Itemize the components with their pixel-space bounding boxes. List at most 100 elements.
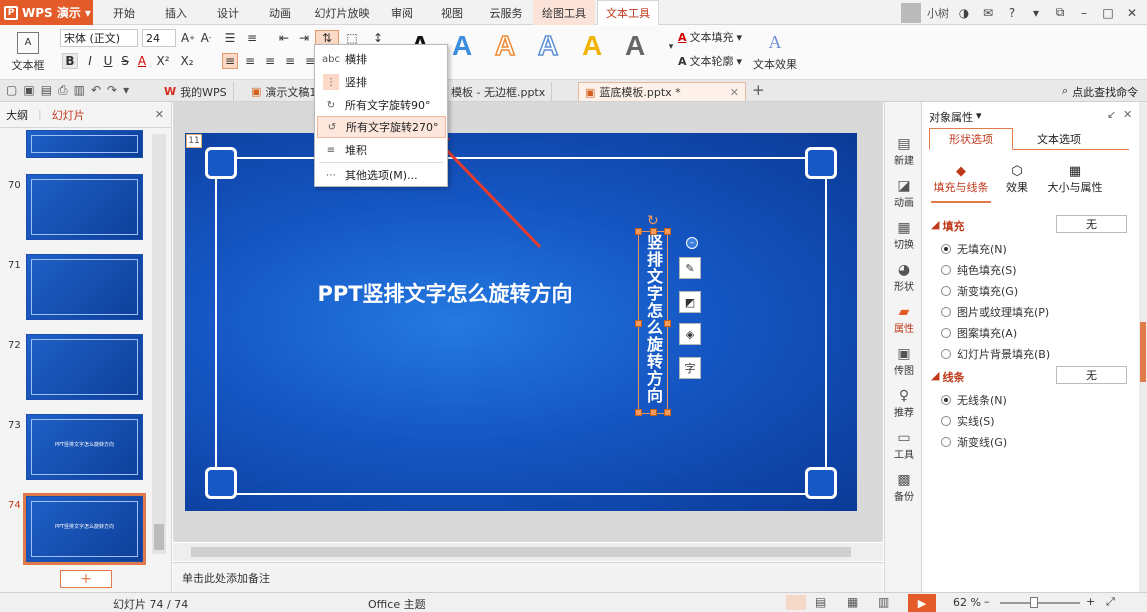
tab-text-tools[interactable]: 文本工具 bbox=[597, 0, 659, 25]
tab-review[interactable]: 审阅 bbox=[383, 0, 421, 25]
menu-item-vertical[interactable]: ⋮ 竖排 bbox=[317, 71, 446, 93]
redo-icon[interactable]: ↷ bbox=[107, 83, 117, 98]
subtab-fill-line[interactable]: ◆ 填充与线条 bbox=[931, 164, 991, 195]
grow-font-icon[interactable]: A + bbox=[180, 30, 196, 46]
gallery-more-icon[interactable]: ▾ bbox=[663, 39, 679, 55]
text-outline-button[interactable]: A 文本轮廓 ▾ bbox=[678, 53, 742, 69]
radio-gradient-fill[interactable]: 渐变填充(G) bbox=[941, 283, 1018, 299]
resize-handle[interactable] bbox=[635, 320, 642, 327]
notes-toggle-icon[interactable] bbox=[786, 595, 806, 610]
user-name[interactable]: 小树 bbox=[927, 5, 949, 21]
zoom-slider-thumb[interactable] bbox=[1030, 597, 1038, 608]
print-icon[interactable]: ⎙ bbox=[58, 83, 68, 98]
fit-window-icon[interactable]: ⤢ bbox=[1106, 595, 1115, 609]
menu-item-rotate-270[interactable]: ↺ 所有文字旋转270° bbox=[317, 116, 446, 138]
text-fill-button[interactable]: A 文本填充 ▾ bbox=[678, 29, 742, 45]
slide-title[interactable]: PPT竖排文字怎么旋转方向 bbox=[295, 278, 595, 308]
scrollbar-thumb[interactable] bbox=[191, 547, 851, 557]
textbox-button[interactable]: A 文本框 bbox=[8, 29, 48, 75]
scrollbar-thumb[interactable] bbox=[1140, 322, 1146, 382]
restore-icon[interactable]: ⧉ bbox=[1051, 4, 1069, 22]
text-style-preset-gray[interactable]: A bbox=[625, 30, 645, 62]
radio-background-fill[interactable]: 幻灯片背景填充(B) bbox=[941, 346, 1050, 362]
bullet-list-icon[interactable]: ☰ bbox=[222, 30, 238, 46]
vertical-text-box[interactable]: 竖排文字怎么旋转方向 bbox=[635, 228, 671, 416]
add-slide-button[interactable]: + bbox=[60, 570, 112, 588]
tab-outline[interactable]: 大纲 bbox=[6, 107, 28, 123]
underline-button[interactable]: U bbox=[100, 53, 116, 69]
notes-area[interactable]: 单击此处添加备注 bbox=[173, 562, 883, 592]
zoom-level[interactable]: 62 % bbox=[953, 596, 981, 609]
font-color-button[interactable]: A bbox=[134, 53, 150, 69]
menu-more-icon[interactable]: ▾ bbox=[1027, 4, 1045, 22]
collapse-icon[interactable]: – bbox=[686, 237, 698, 249]
menu-item-rotate-90[interactable]: ↻ 所有文字旋转90° bbox=[317, 94, 446, 116]
radio-solid-fill[interactable]: 纯色填充(S) bbox=[941, 262, 1017, 278]
qat-more-icon[interactable]: ▾ bbox=[123, 83, 129, 98]
numbered-list-icon[interactable]: ≡ bbox=[244, 30, 260, 46]
resize-handle[interactable] bbox=[635, 409, 642, 416]
doc-tab-my-wps[interactable]: W 我的WPS bbox=[158, 82, 234, 101]
resize-handle[interactable] bbox=[650, 228, 657, 235]
font-size-select[interactable]: 24 bbox=[142, 29, 176, 47]
save-icon[interactable]: ▣ bbox=[23, 83, 34, 98]
resize-handle[interactable] bbox=[664, 409, 671, 416]
slide-thumbnail[interactable] bbox=[26, 130, 143, 158]
sidebar-item-shape[interactable]: ◕ 形状 bbox=[885, 262, 923, 293]
normal-view-icon[interactable]: ▤ bbox=[815, 595, 826, 609]
pane-scrollbar[interactable] bbox=[1139, 102, 1147, 592]
radio-picture-fill[interactable]: 图片或纹理填充(P) bbox=[941, 304, 1049, 320]
tab-slideshow[interactable]: 幻灯片放映 bbox=[311, 0, 373, 25]
text-style-preset-gold[interactable]: A bbox=[582, 30, 602, 62]
resize-handle[interactable] bbox=[664, 320, 671, 327]
close-panel-icon[interactable]: ✕ bbox=[155, 108, 164, 121]
radio-solid-line[interactable]: 实线(S) bbox=[941, 413, 995, 429]
zoom-out-icon[interactable]: – bbox=[984, 595, 990, 608]
decrease-indent-icon[interactable]: ⇤ bbox=[276, 30, 292, 46]
fill-section-header[interactable]: ◢ 填充 bbox=[931, 218, 964, 234]
subtab-size-properties[interactable]: ▦ 大小与属性 bbox=[1047, 164, 1103, 195]
undo-icon[interactable]: ↶ bbox=[91, 83, 101, 98]
close-tab-icon[interactable]: ✕ bbox=[730, 86, 739, 99]
tab-view[interactable]: 视图 bbox=[431, 0, 473, 25]
strikethrough-button[interactable]: S bbox=[117, 53, 133, 69]
radio-no-line[interactable]: 无线条(N) bbox=[941, 392, 1007, 408]
resize-handle[interactable] bbox=[664, 228, 671, 235]
sidebar-item-transition[interactable]: ▦ 切换 bbox=[885, 220, 923, 251]
close-pane-icon[interactable]: ✕ bbox=[1123, 108, 1132, 121]
zoom-slider[interactable] bbox=[1000, 602, 1080, 604]
pane-title[interactable]: 对象属性 ▾ bbox=[929, 109, 982, 125]
sidebar-item-animation[interactable]: ◪ 动画 bbox=[885, 178, 923, 209]
command-search[interactable]: ⌕ 点此查找命令 bbox=[1062, 84, 1138, 100]
scrollbar-thumb[interactable] bbox=[154, 524, 164, 550]
tab-slides[interactable]: 幻灯片 bbox=[52, 107, 85, 123]
rotate-handle-icon[interactable]: ↻ bbox=[647, 213, 659, 229]
avatar[interactable] bbox=[901, 2, 921, 23]
open-icon[interactable]: ▤ bbox=[41, 83, 52, 98]
radio-pattern-fill[interactable]: 图案填充(A) bbox=[941, 325, 1017, 341]
justify-icon[interactable]: ≡ bbox=[282, 53, 298, 69]
skin-icon[interactable]: ◑ bbox=[955, 4, 973, 22]
slide-thumbnail-71[interactable] bbox=[26, 254, 143, 320]
minimize-icon[interactable]: – bbox=[1075, 4, 1093, 22]
new-tab-icon[interactable]: + bbox=[752, 81, 765, 99]
new-file-icon[interactable]: ▢ bbox=[6, 83, 17, 98]
sidebar-item-backup[interactable]: ▩ 备份 bbox=[885, 472, 923, 503]
export-icon[interactable]: ▥ bbox=[74, 83, 85, 98]
font-name-select[interactable]: 宋体 (正文) bbox=[60, 29, 138, 47]
tab-design[interactable]: 设计 bbox=[207, 0, 249, 25]
text-effect-button[interactable]: A 文本效果 bbox=[748, 29, 802, 75]
subscript-button[interactable]: X₂ bbox=[176, 53, 198, 69]
doc-tab-no-border-template[interactable]: 模板 - 无边框.pptx bbox=[445, 82, 553, 101]
slide-thumbnail-70[interactable] bbox=[26, 174, 143, 240]
align-right-icon[interactable]: ≡ bbox=[262, 53, 278, 69]
sidebar-item-recommend[interactable]: ♀ 推荐 bbox=[885, 388, 923, 419]
reading-view-icon[interactable]: ▥ bbox=[878, 595, 889, 609]
close-icon[interactable]: ✕ bbox=[1123, 4, 1141, 22]
menu-item-stacked[interactable]: ≡ 堆积 bbox=[317, 139, 446, 161]
resize-handle[interactable] bbox=[650, 409, 657, 416]
slide-sorter-icon[interactable]: ▦ bbox=[847, 595, 858, 609]
zoom-in-icon[interactable]: + bbox=[1086, 595, 1095, 608]
float-edit-icon[interactable]: ✎ bbox=[679, 257, 701, 279]
increase-indent-icon[interactable]: ⇥ bbox=[296, 30, 312, 46]
